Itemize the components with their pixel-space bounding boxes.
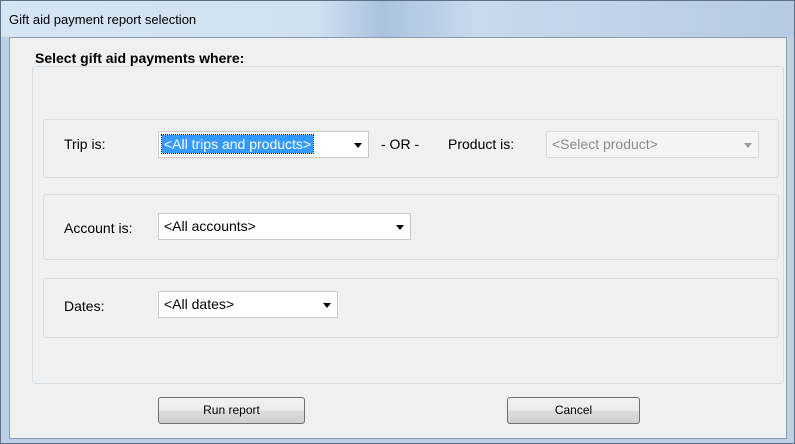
- account-group: [43, 194, 779, 260]
- account-value: <All accounts>: [164, 218, 256, 234]
- chevron-down-icon: [354, 143, 362, 148]
- chevron-down-icon: [744, 143, 752, 148]
- account-dropdown[interactable]: <All accounts>: [158, 213, 411, 240]
- chevron-down-icon: [396, 225, 404, 230]
- cancel-button[interactable]: Cancel: [507, 397, 640, 424]
- product-label: Product is:: [448, 136, 515, 152]
- product-dropdown[interactable]: <Select product>: [546, 131, 759, 158]
- dates-value: <All dates>: [164, 296, 235, 312]
- window-title: Gift aid payment report selection: [9, 12, 197, 27]
- trip-value: <All trips and products>: [160, 134, 315, 154]
- dates-dropdown[interactable]: <All dates>: [158, 291, 338, 318]
- title-bar[interactable]: Gift aid payment report selection: [1, 1, 794, 37]
- or-separator: - OR -: [381, 136, 420, 152]
- product-value: <Select product>: [552, 136, 658, 152]
- form-heading: Select gift aid payments where:: [35, 50, 245, 66]
- dates-label: Dates:: [64, 298, 105, 314]
- account-label: Account is:: [64, 220, 133, 236]
- trip-label: Trip is:: [64, 136, 106, 152]
- dialog-window: Gift aid payment report selection Select…: [0, 0, 795, 444]
- trip-dropdown[interactable]: <All trips and products>: [158, 131, 369, 158]
- run-report-button[interactable]: Run report: [158, 397, 305, 424]
- chevron-down-icon: [323, 303, 331, 308]
- dates-group: [43, 278, 779, 338]
